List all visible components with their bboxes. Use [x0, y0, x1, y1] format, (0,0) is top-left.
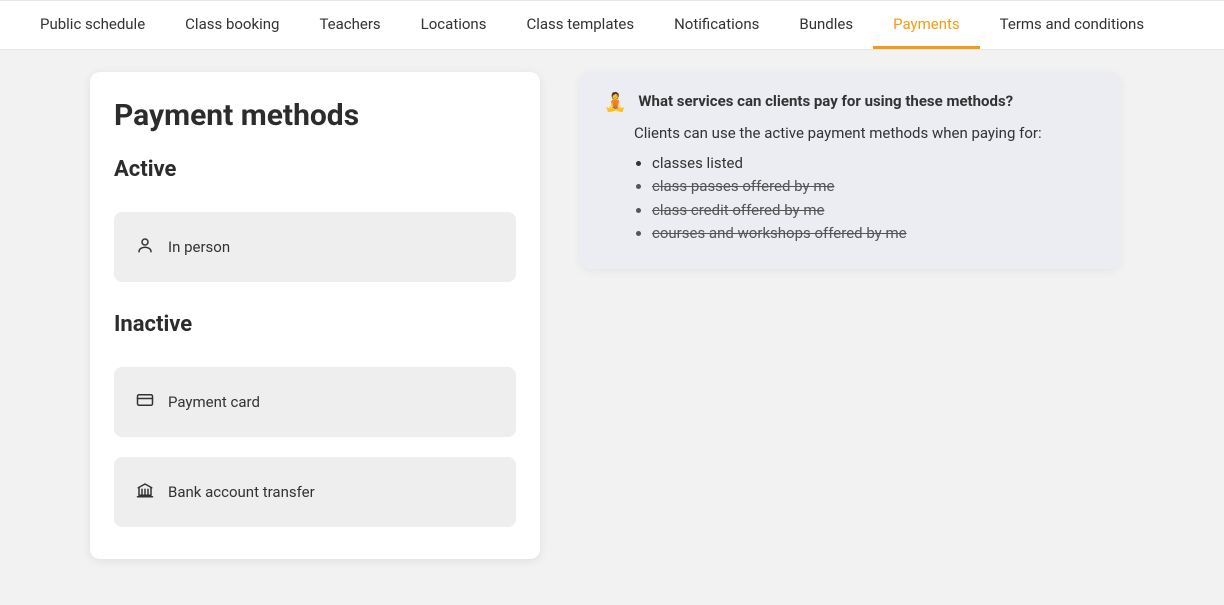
info-panel: 🧘 What services can clients pay for usin…: [580, 72, 1120, 269]
nav-teachers[interactable]: Teachers: [299, 1, 400, 49]
method-label: Bank account transfer: [168, 483, 315, 501]
method-bank-transfer[interactable]: Bank account transfer: [114, 457, 516, 527]
info-item: classes listed: [652, 152, 1096, 175]
nav-notifications[interactable]: Notifications: [654, 1, 779, 49]
content-area: Payment methods Active In person Inactiv…: [0, 50, 1224, 599]
yoga-emoji-icon: 🧘: [604, 92, 626, 114]
method-payment-card[interactable]: Payment card: [114, 367, 516, 437]
inactive-section-title: Inactive: [114, 312, 516, 337]
info-title: What services can clients pay for using …: [638, 92, 1013, 110]
info-item-struck: courses and workshops offered by me: [652, 222, 1096, 245]
person-icon: [136, 236, 154, 258]
info-subtitle: Clients can use the active payment metho…: [634, 124, 1096, 142]
info-item-struck: class credit offered by me: [652, 199, 1096, 222]
info-item-struck: class passes offered by me: [652, 175, 1096, 198]
nav-bundles[interactable]: Bundles: [779, 1, 873, 49]
method-label: Payment card: [168, 393, 260, 411]
page-title: Payment methods: [114, 98, 516, 133]
card-icon: [136, 391, 154, 413]
info-list: classes listed class passes offered by m…: [652, 152, 1096, 245]
nav-public-schedule[interactable]: Public schedule: [20, 1, 165, 49]
info-header: 🧘 What services can clients pay for usin…: [604, 92, 1096, 114]
nav-class-templates[interactable]: Class templates: [506, 1, 654, 49]
nav-terms[interactable]: Terms and conditions: [980, 1, 1164, 49]
nav-locations[interactable]: Locations: [401, 1, 507, 49]
nav-class-booking[interactable]: Class booking: [165, 1, 299, 49]
method-label: In person: [168, 238, 230, 256]
payment-methods-card: Payment methods Active In person Inactiv…: [90, 72, 540, 559]
main-nav: Public schedule Class booking Teachers L…: [0, 0, 1224, 50]
bank-icon: [136, 481, 154, 503]
nav-payments[interactable]: Payments: [873, 1, 980, 49]
active-section-title: Active: [114, 157, 516, 182]
method-in-person[interactable]: In person: [114, 212, 516, 282]
